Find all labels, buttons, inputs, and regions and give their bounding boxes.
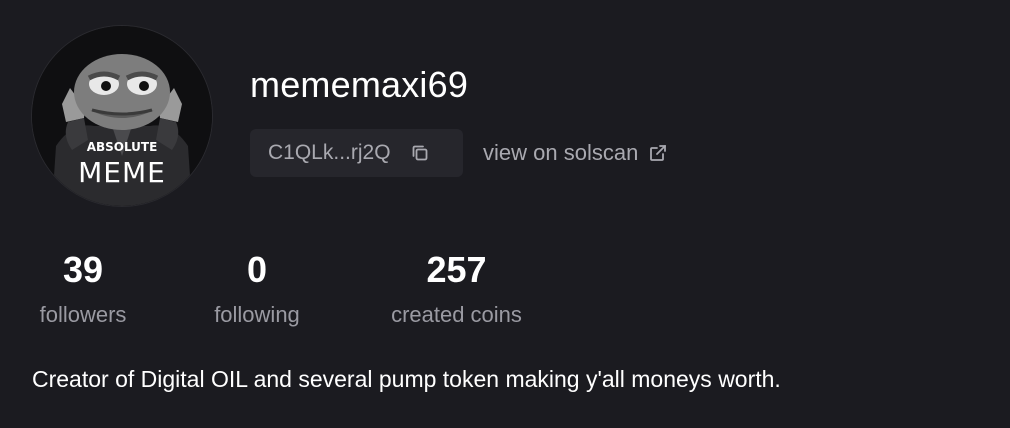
view-on-solscan-link[interactable]: view on solscan — [483, 140, 668, 166]
copy-icon — [410, 143, 430, 163]
avatar: ABSOLUTE MEME — [32, 26, 212, 206]
followers-stat[interactable]: 39 followers — [32, 250, 134, 328]
followers-label: followers — [39, 302, 127, 327]
username: mememaxi69 — [250, 64, 469, 105]
copy-address-button[interactable]: C1QLk...rj2Q — [250, 129, 463, 177]
following-count: 0 — [246, 249, 268, 290]
followers-count: 39 — [62, 249, 104, 290]
profile-page: ABSOLUTE MEME mememaxi69 C1QLk...rj2Q vi… — [0, 0, 1010, 428]
external-link-icon — [648, 143, 668, 163]
profile-bio: Creator of Digital OIL and several pump … — [32, 366, 781, 392]
created-coins-label: created coins — [391, 302, 522, 327]
avatar-caption-small: ABSOLUTE — [86, 140, 158, 154]
created-coins-stat[interactable]: 257 created coins — [378, 250, 535, 328]
wallet-address: C1QLk...rj2Q — [268, 141, 391, 164]
solscan-link-label: view on solscan — [483, 140, 639, 165]
created-coins-count: 257 — [426, 249, 487, 290]
following-stat[interactable]: 0 following — [205, 250, 309, 328]
following-label: following — [214, 302, 300, 327]
avatar-caption-big: MEME — [78, 156, 166, 189]
